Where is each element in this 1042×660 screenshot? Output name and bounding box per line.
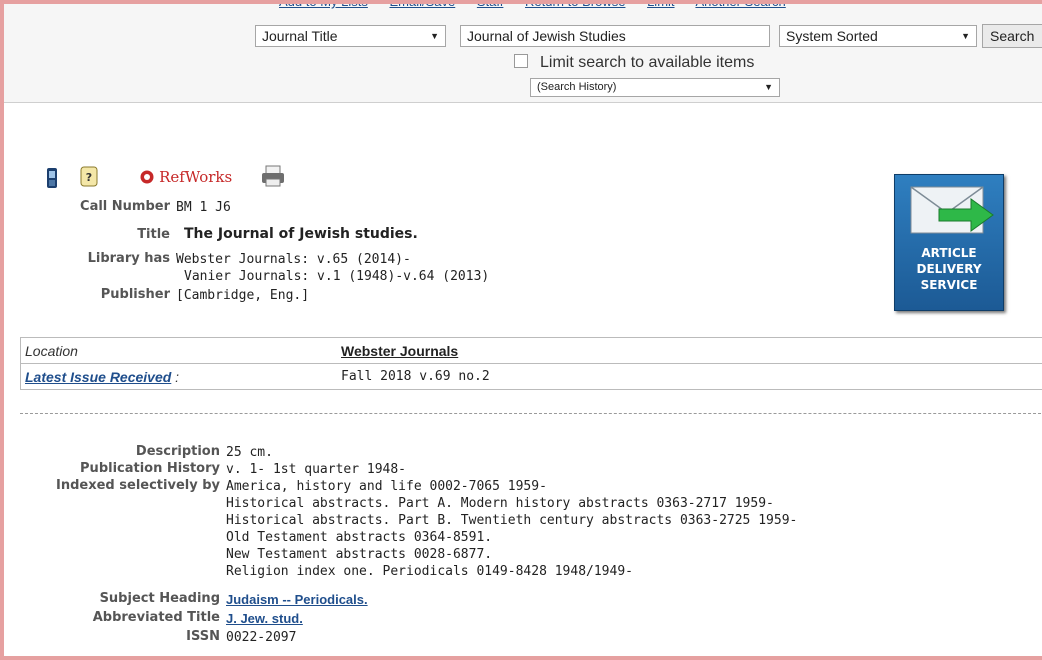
call-number-label: Call Number [80,199,170,214]
latest-issue-cell: Latest Issue Received : [25,369,179,385]
limit-available-row: Limit search to available items [514,54,754,72]
chevron-down-icon: ▼ [961,31,970,41]
nav-link-limit[interactable]: Limit [647,4,674,9]
svg-text:?: ? [86,171,92,184]
search-bar: Add to My Lists Email/Save Staff Return … [4,4,1042,103]
title-label: Title [137,227,170,242]
nav-link-email-save[interactable]: Email/Save [390,4,456,9]
latest-issue-separator: : [171,369,180,385]
envelope-arrow-icon [910,186,994,234]
holdings-table: Location Webster Journals Latest Issue R… [20,337,1042,390]
indexed-label: Indexed selectively by [56,478,220,493]
indexed-line-1: America, history and life 0002-7065 1959… [226,479,547,494]
refworks-link[interactable]: RefWorks [140,167,232,186]
sort-value: System Sorted [786,28,878,44]
search-type-select[interactable]: Journal Title ▼ [255,25,446,47]
mobile-phone-icon[interactable] [46,166,58,190]
chevron-down-icon: ▼ [764,82,773,92]
holdings-row-latest-issue: Latest Issue Received : Fall 2018 v.69 n… [21,364,1042,390]
latest-issue-link[interactable]: Latest Issue Received [25,369,171,385]
nav-links: Add to My Lists Email/Save Staff Return … [279,4,804,9]
limit-available-label: Limit search to available items [540,54,755,71]
subject-heading-label: Subject Heading [99,591,220,606]
publication-history-value: v. 1- 1st quarter 1948- [226,462,407,477]
title-value: The Journal of Jewish studies. [184,226,418,242]
holdings-row-location: Location Webster Journals [21,338,1042,364]
refworks-logo-icon [140,170,154,184]
refworks-label: RefWorks [159,168,233,186]
description-label: Description [135,444,220,459]
indexed-line-6: Religion index one. Periodicals 0149-842… [226,564,633,579]
call-number-value: BM 1 J6 [176,200,231,215]
publisher-label: Publisher [100,287,170,302]
abbreviated-title-link[interactable]: J. Jew. stud. [226,610,303,627]
search-input[interactable]: Journal of Jewish Studies [460,25,770,47]
chevron-down-icon: ▼ [430,31,439,41]
article-delivery-line-1: ARTICLE [921,246,977,260]
limit-available-checkbox[interactable] [514,54,528,68]
nav-link-staff[interactable]: Staff [477,4,504,9]
search-button[interactable]: Search [982,24,1042,48]
indexed-line-3: Historical abstracts. Part B. Twentieth … [226,513,798,528]
indexed-line-4: Old Testament abstracts 0364-8591. [226,530,493,545]
publication-history-label: Publication History [80,461,220,476]
page-frame: Add to My Lists Email/Save Staff Return … [0,0,1042,660]
search-type-value: Journal Title [262,28,338,44]
indexed-line-5: New Testament abstracts 0028-6877. [226,547,493,562]
nav-link-add-to-lists[interactable]: Add to My Lists [279,4,368,9]
search-history-select[interactable]: (Search History) ▼ [530,78,780,97]
library-has-line-1: Webster Journals: v.65 (2014)- [176,252,411,267]
location-link[interactable]: Webster Journals [341,343,458,359]
indexed-line-2: Historical abstracts. Part A. Modern his… [226,496,774,511]
abbreviated-title-label: Abbreviated Title [92,610,220,625]
nav-link-return-to-browse[interactable]: Return to Browse [525,4,625,9]
subject-heading-link[interactable]: Judaism -- Periodicals. [226,591,368,608]
divider [20,413,1042,414]
print-icon[interactable] [260,164,286,188]
article-delivery-line-2: DELIVERY [916,262,982,276]
search-input-value: Journal of Jewish Studies [467,28,626,44]
help-icon[interactable]: ? [80,166,98,188]
nav-link-another-search[interactable]: Another Search [695,4,785,9]
issn-value: 0022-2097 [226,630,297,645]
sort-select[interactable]: System Sorted ▼ [779,25,977,47]
article-delivery-label: ARTICLE DELIVERY SERVICE [895,245,1003,293]
library-has-line-2: Vanier Journals: v.1 (1948)-v.64 (2013) [184,269,490,284]
article-delivery-button[interactable]: ARTICLE DELIVERY SERVICE [894,174,1004,311]
latest-issue-value: Fall 2018 v.69 no.2 [341,369,490,384]
location-label: Location [25,343,78,359]
article-delivery-line-3: SERVICE [920,278,978,292]
publisher-value: [Cambridge, Eng.] [176,288,310,303]
issn-label: ISSN [186,629,220,644]
library-has-label: Library has [87,251,170,266]
search-history-value: (Search History) [537,81,617,93]
description-value: 25 cm. [226,445,273,460]
